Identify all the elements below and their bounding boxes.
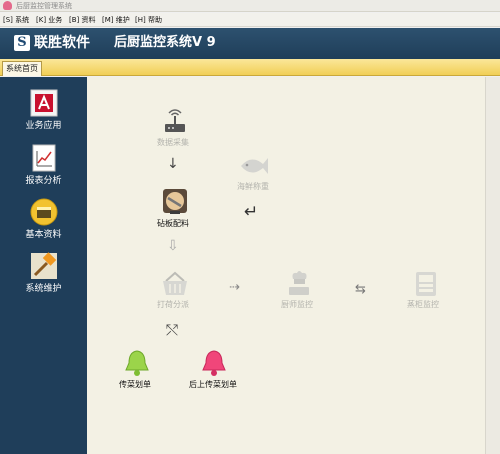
swap-arrows-icon: ⇆ [355, 282, 366, 297]
wireless-router-icon [165, 109, 185, 132]
maintenance-hammer-icon [31, 252, 57, 279]
flow-label: 海鲜称重 [237, 182, 269, 191]
fish-icon [241, 158, 268, 174]
business-app-icon [30, 89, 58, 117]
tab-home[interactable]: 系统首页 [2, 61, 42, 76]
sidebar-item-business[interactable]: 业务应用 [0, 89, 87, 139]
brand-logo-icon: S [14, 35, 30, 51]
vertical-scrollbar[interactable] [485, 77, 500, 454]
menu-bar: [S] 系统 [K] 业务 [B] 资料 [M] 维护 [H] 帮助 [0, 13, 500, 27]
menu-system[interactable]: [S] 系统 [3, 13, 29, 27]
sidebar-item-label: 报表分析 [25, 176, 62, 186]
menu-maintenance[interactable]: [M] 维护 [102, 13, 130, 27]
flow-label: 厨师监控 [281, 300, 313, 309]
sidebar-item-label: 系统维护 [25, 284, 62, 294]
dotted-right-arrow-icon: ⇢ [229, 280, 240, 295]
window-title: 后厨监控管理系统 [16, 2, 72, 10]
app-window: 后厨监控管理系统 [S] 系统 [K] 业务 [B] 资料 [M] 维护 [H]… [0, 0, 500, 454]
chef-icon [289, 271, 309, 295]
report-chart-icon [32, 144, 56, 172]
flow-label: 砧板配料 [157, 219, 189, 228]
menu-data[interactable]: [B] 资料 [69, 13, 96, 27]
sidebar-item-label: 业务应用 [25, 121, 62, 131]
menu-help[interactable]: [H] 帮助 [135, 13, 162, 27]
flow-dispatch[interactable]: 打荷分派 [153, 269, 199, 315]
pink-bell-icon [202, 350, 226, 376]
flow-canvas: 数据采集 ↓ 海鲜称重 ↵ 砧板配料 ⇩ 打荷分派 ⇢ 厨师监控 ⇆ 蒸柜监控 … [87, 77, 485, 454]
green-bell-icon [125, 350, 149, 376]
title-bar: 后厨监控管理系统 [0, 0, 500, 12]
flow-seafood-weigh[interactable]: 海鲜称重 [233, 150, 279, 196]
data-folder-icon [30, 198, 58, 226]
flow-after-serve-order[interactable]: 后上传菜划单 [187, 349, 243, 395]
flow-label: 蒸柜监控 [407, 300, 439, 309]
flow-label: 传菜划单 [119, 380, 151, 389]
app-bell-icon [3, 1, 12, 10]
tab-strip: 系统首页 [0, 59, 500, 76]
cutting-board-icon [163, 189, 187, 214]
flow-data-collect[interactable]: 数据采集 [153, 107, 197, 151]
return-arrow-icon: ↵ [244, 202, 259, 222]
sidebar-item-maintenance[interactable]: 系统维护 [0, 252, 87, 302]
header-banner: S 联胜软件 后厨监控系统V 9 [0, 28, 500, 59]
sidebar-item-basic-data[interactable]: 基本资料 [0, 198, 87, 248]
system-name: 后厨监控系统V 9 [114, 35, 216, 50]
basket-icon [163, 271, 187, 295]
flow-chef-monitor[interactable]: 厨师监控 [277, 269, 323, 315]
flow-label: 后上传菜划单 [189, 380, 237, 389]
hollow-down-arrow-icon: ⇩ [167, 238, 179, 254]
sidebar: 业务应用 报表分析 基本资料 系统维护 [0, 77, 87, 454]
sidebar-item-reports[interactable]: 报表分析 [0, 144, 87, 194]
steamer-cabinet-icon [416, 272, 436, 296]
split-arrow-icon: ⤲ [166, 321, 179, 339]
sidebar-item-label: 基本资料 [25, 230, 62, 240]
flow-label: 数据采集 [157, 138, 189, 147]
flow-steamer-monitor[interactable]: 蒸柜监控 [403, 269, 449, 315]
flow-label: 打荷分派 [157, 300, 189, 309]
flow-serve-order[interactable]: 传菜划单 [115, 349, 161, 395]
menu-business[interactable]: [K] 业务 [36, 13, 62, 27]
brand-name: 联胜软件 [34, 35, 90, 51]
down-arrow-icon: ↓ [167, 156, 179, 172]
flow-board-allocate[interactable]: 砧板配料 [153, 187, 199, 233]
